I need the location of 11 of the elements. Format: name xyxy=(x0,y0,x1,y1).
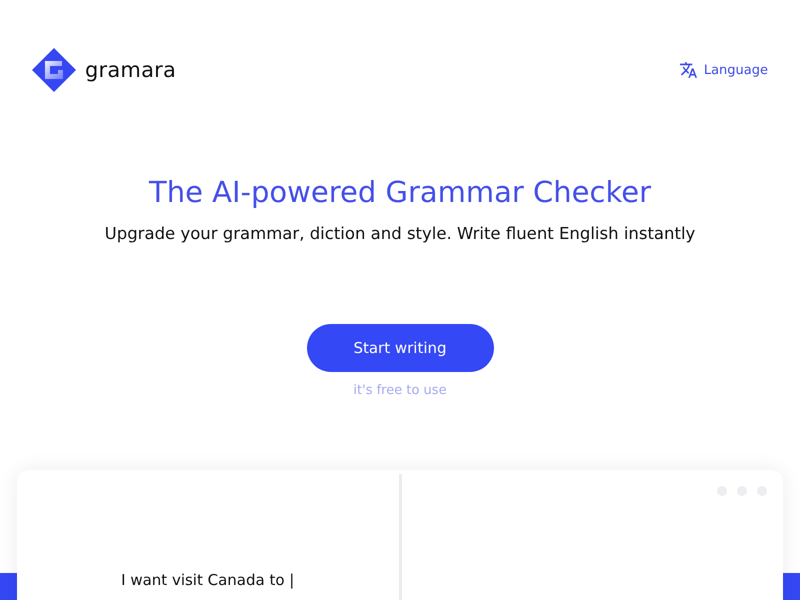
hero-title: The AI-powered Grammar Checker xyxy=(149,174,651,210)
start-writing-button[interactable]: Start writing xyxy=(306,324,494,372)
hero-subtitle: Upgrade your grammar, diction and style. Write fluent English instantly xyxy=(104,223,696,245)
language-link[interactable]: Language xyxy=(680,62,768,78)
brand-name: gramara xyxy=(85,58,176,82)
accent-band xyxy=(783,573,800,600)
translate-icon xyxy=(680,62,697,78)
editor-text[interactable]: I want visit Canada to | xyxy=(121,570,294,590)
logo-icon xyxy=(32,48,76,92)
free-note: it's free to use xyxy=(353,382,447,400)
accent-band xyxy=(0,573,17,600)
